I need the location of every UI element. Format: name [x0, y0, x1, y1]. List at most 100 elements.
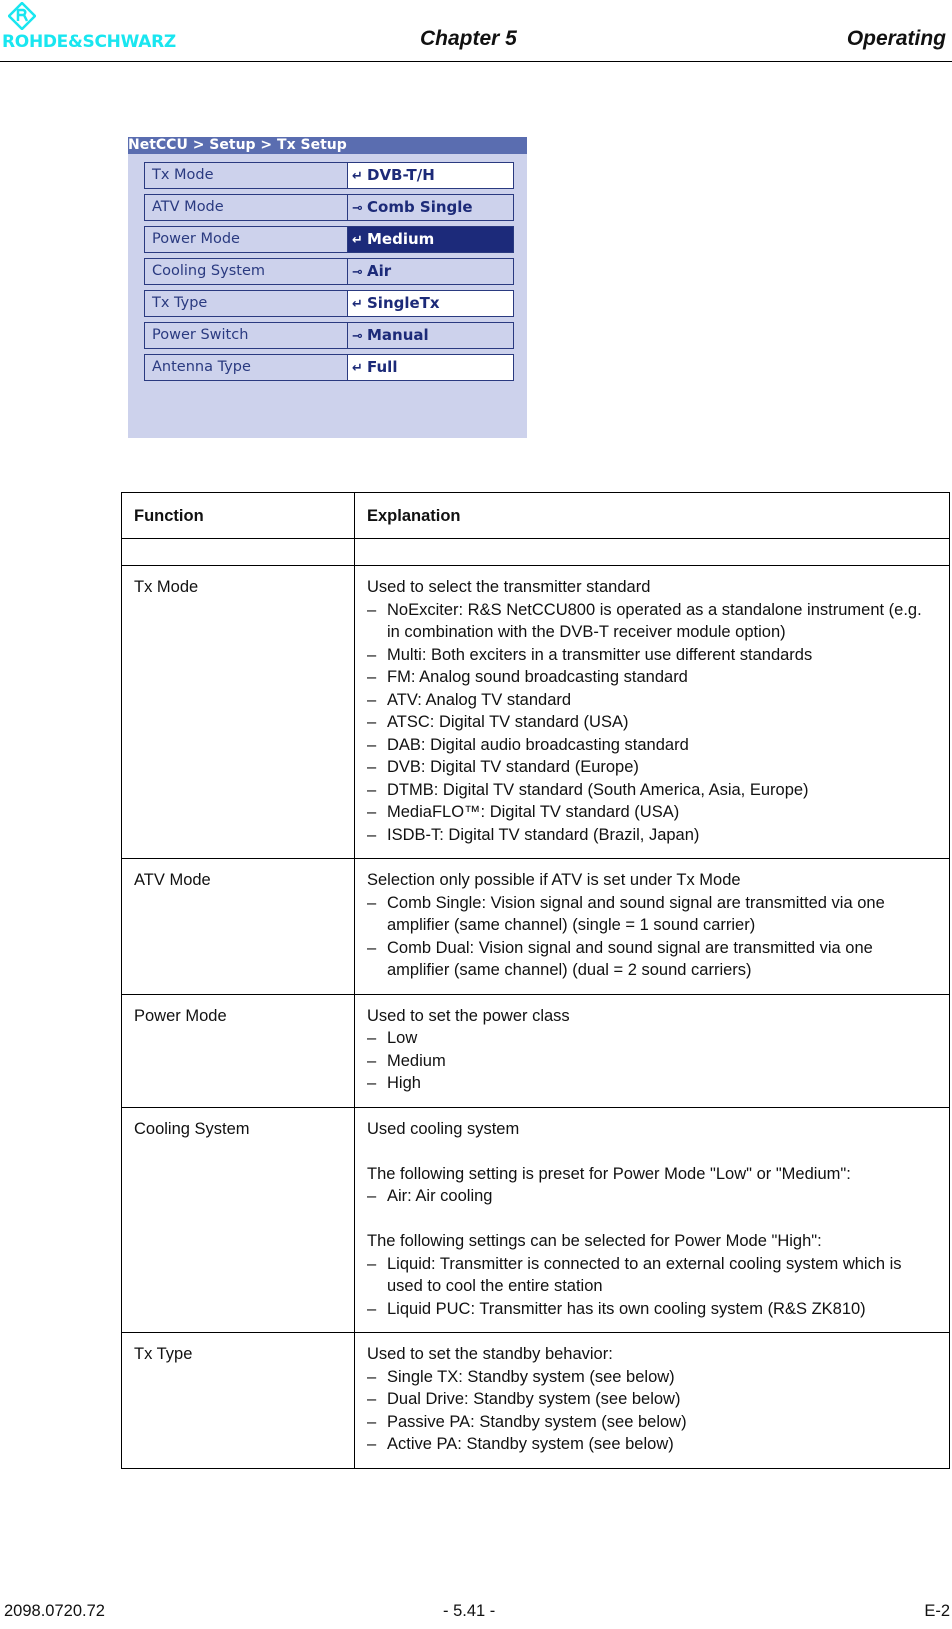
- bullet-text: High: [387, 1074, 421, 1092]
- edition: E-2: [924, 1602, 950, 1620]
- explanation-text: The following setting is preset for Powe…: [367, 1164, 851, 1183]
- dash-bullet-icon: –: [367, 1254, 377, 1273]
- explanation-cell: Used cooling system The following setting…: [354, 1106, 950, 1333]
- bullet-item: – MediaFLO™: Digital TV standard (USA): [367, 801, 937, 824]
- header-explanation: Explanation: [354, 492, 950, 539]
- dash-bullet-icon: –: [367, 1074, 377, 1092]
- bullet-text: MediaFLO™: Digital TV standard (USA): [387, 803, 680, 821]
- dash-bullet-icon: –: [367, 1435, 377, 1453]
- page-header: ROHDE&SCHWARZ Chapter 5 Operating: [0, 0, 952, 62]
- bullet-item: – Comb Single: Vision signal and sound si…: [367, 892, 937, 937]
- dash-bullet-icon: –: [367, 1029, 377, 1047]
- bullet-text: DVB: Digital TV standard (Europe): [387, 758, 639, 776]
- function-cell: ATV Mode: [121, 858, 355, 995]
- param-value[interactable]: ↵ Full: [347, 354, 514, 381]
- explanation-cell: Used to set the power class – Low – Medium – H…: [354, 993, 950, 1108]
- param-row[interactable]: Tx Mode ↵ DVB-T/H: [144, 162, 524, 189]
- dash-bullet-icon: –: [367, 690, 377, 709]
- bullet-text: Air: Air cooling: [387, 1187, 493, 1205]
- key-icon: ⊸: [352, 265, 363, 280]
- function-cell: Power Mode: [121, 993, 355, 1108]
- key-icon: ⊸: [352, 329, 363, 344]
- bullet-item: – Liquid: Transmitter is connected to an …: [367, 1253, 937, 1298]
- bullet-text: Liquid PUC: Transmitter has its own cool…: [387, 1299, 866, 1318]
- param-value[interactable]: ⊸ Comb Single: [347, 194, 514, 221]
- explanation-text: Used to select the transmitter standard: [367, 578, 651, 596]
- bullet-text: Dual Drive: Standby system (see below): [387, 1390, 681, 1408]
- bullet-text: Low: [387, 1029, 418, 1047]
- bullet-item: – Dual Drive: Standby system (see below): [367, 1388, 937, 1411]
- dash-bullet-icon: –: [367, 600, 377, 619]
- bullet-item: – Active PA: Standby system (see below): [367, 1433, 937, 1456]
- dash-bullet-icon: –: [367, 1390, 377, 1408]
- dash-bullet-icon: –: [367, 713, 377, 731]
- bullet-item: – Medium: [367, 1050, 937, 1073]
- bullet-text: ATV: Analog TV standard: [387, 690, 572, 709]
- param-row[interactable]: Power Switch ⊸ Manual: [144, 322, 524, 349]
- bullet-item: – ATV: Analog TV standard: [367, 689, 937, 712]
- dash-bullet-icon: –: [367, 1412, 377, 1431]
- param-value[interactable]: ↵ SingleTx: [347, 290, 514, 317]
- table-row: Cooling System Used cooling system The fol…: [121, 1106, 950, 1333]
- bullet-item: – Low: [367, 1027, 937, 1050]
- param-value[interactable]: ⊸ Air: [347, 258, 514, 285]
- rohde-schwarz-logo: ROHDE&SCHWARZ: [2, 2, 222, 52]
- param-row[interactable]: Antenna Type ↵ Full: [144, 354, 524, 381]
- param-label: Antenna Type: [144, 354, 355, 381]
- param-label: Tx Mode: [144, 162, 355, 189]
- param-value[interactable]: ↵ DVB-T/H: [347, 162, 514, 189]
- param-label: Tx Type: [144, 290, 355, 317]
- bullet-text: ATSC: Digital TV standard (USA): [387, 713, 629, 731]
- bullet-text: Multi: Both exciters in a transmitter us…: [387, 645, 813, 664]
- bullet-item: – FM: Analog sound broadcasting standard: [367, 666, 937, 689]
- explanation-cell: Used to select the transmitter standard –…: [354, 565, 950, 859]
- enter-icon: ↵: [352, 169, 363, 184]
- param-value[interactable]: ↵ Medium: [347, 226, 514, 253]
- explanation-text: Used cooling system: [367, 1119, 520, 1138]
- dash-bullet-icon: –: [367, 893, 377, 912]
- bullet-text: DTMB: Digital TV standard (South America…: [387, 780, 809, 799]
- function-cell: Cooling System: [121, 1106, 355, 1333]
- bullet-text: Comb Single: Vision signal and sound sig…: [387, 893, 885, 935]
- param-value-text: Air: [367, 262, 392, 280]
- bullet-item: – High: [367, 1072, 937, 1095]
- function-cell: Tx Type: [121, 1332, 355, 1469]
- header-function: Function: [121, 492, 355, 539]
- breadcrumb: NetCCU > Setup > Tx Setup: [128, 137, 527, 154]
- device-screenshot: NetCCU > Setup > Tx Setup Tx Mode ↵ DVB-T/…: [128, 137, 527, 438]
- explanation-cell: Selection only possible if ATV is set un…: [354, 858, 950, 995]
- logo-diamond-icon: [8, 2, 36, 30]
- page-number: - 5.41 -: [443, 1602, 496, 1620]
- dash-bullet-icon: –: [367, 825, 377, 844]
- param-value-text: Medium: [367, 230, 435, 248]
- param-value-text: DVB-T/H: [367, 166, 435, 184]
- table-row: ATV Mode Selection only possible if ATV i…: [121, 858, 950, 995]
- bullet-item: – Multi: Both exciters in a transmitter u…: [367, 644, 937, 667]
- bullet-text: DAB: Digital audio broadcasting standard: [387, 735, 689, 754]
- bullet-text: Passive PA: Standby system (see below): [387, 1412, 687, 1431]
- bullet-item: – DTMB: Digital TV standard (South Americ…: [367, 779, 937, 802]
- param-row[interactable]: Power Mode ↵ Medium: [144, 226, 524, 253]
- param-label: Cooling System: [144, 258, 355, 285]
- explanation-text: The following settings can be selected f…: [367, 1232, 822, 1250]
- bullet-text: Active PA: Standby system (see below): [387, 1435, 674, 1453]
- param-value[interactable]: ⊸ Manual: [347, 322, 514, 349]
- dash-bullet-icon: –: [367, 645, 377, 664]
- table-row: Power Mode Used to set the power class – Lo…: [121, 993, 950, 1108]
- param-value-text: SingleTx: [367, 294, 440, 312]
- explanation-cell: Used to set the standby behavior: – Single…: [354, 1332, 950, 1469]
- param-row[interactable]: ATV Mode ⊸ Comb Single: [144, 194, 524, 221]
- bullet-item: – Liquid PUC: Transmitter has its own coo…: [367, 1298, 937, 1321]
- dash-bullet-icon: –: [367, 780, 377, 799]
- dash-bullet-icon: –: [367, 1051, 377, 1070]
- table-row: Tx Mode Used to select the transmitter st…: [121, 565, 950, 859]
- table-header-row: Function Explanation: [121, 492, 950, 539]
- dash-bullet-icon: –: [367, 1299, 377, 1318]
- table-row: Tx Type Used to set the standby behavior:…: [121, 1332, 950, 1469]
- param-row[interactable]: Cooling System ⊸ Air: [144, 258, 524, 285]
- bullet-item: – ISDB-T: Digital TV standard (Brazil, Ja…: [367, 824, 937, 847]
- param-row[interactable]: Tx Type ↵ SingleTx: [144, 290, 524, 317]
- param-label: ATV Mode: [144, 194, 355, 221]
